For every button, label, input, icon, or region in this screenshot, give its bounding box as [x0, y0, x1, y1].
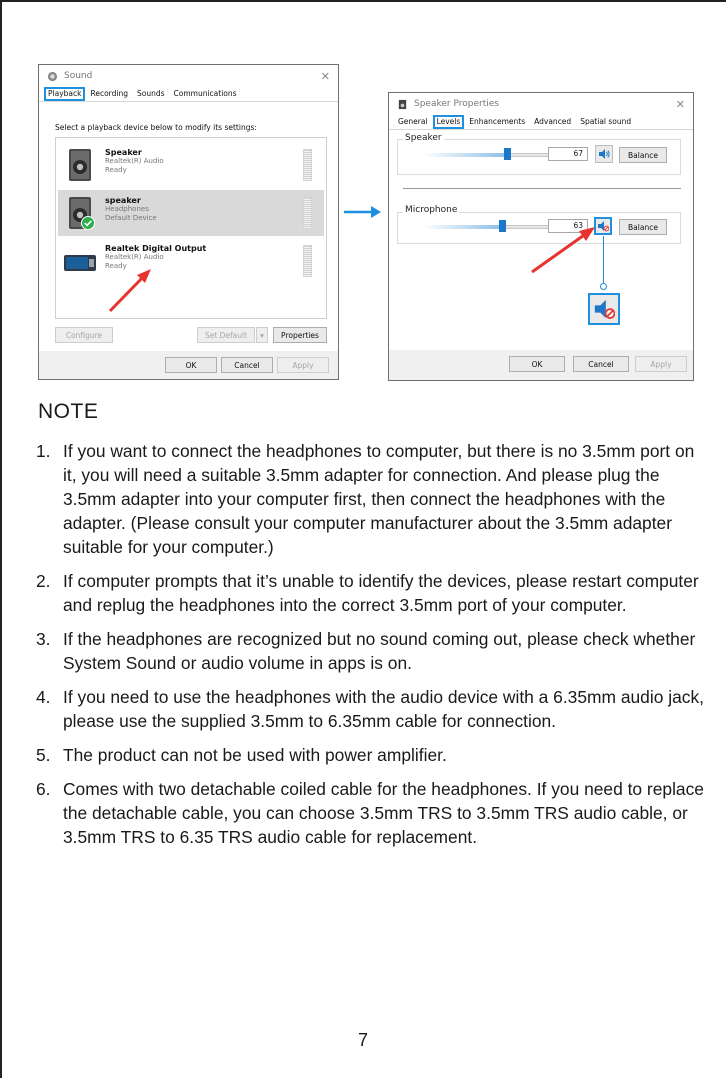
note-item: 5. The product can not be used with power… — [36, 743, 708, 767]
digital-output-device-icon — [64, 255, 96, 271]
sound-dialog-title: Sound — [64, 71, 93, 81]
note-item: 6. Comes with two detachable coiled cable… — [36, 777, 708, 849]
tab-sounds[interactable]: Sounds — [133, 87, 169, 101]
muted-speaker-icon — [594, 299, 615, 319]
zoom-connector-line — [603, 236, 604, 286]
sound-dialog-footer: OK Cancel Apply — [39, 351, 338, 379]
speaker-slider-fill — [423, 153, 508, 157]
microphone-group-label: Microphone — [403, 205, 460, 215]
tab-advanced[interactable]: Advanced — [530, 115, 575, 129]
note-item: 3. If the headphones are recognized but n… — [36, 627, 708, 675]
level-meter — [303, 197, 312, 229]
note-number: 6. — [36, 779, 51, 799]
tab-recording[interactable]: Recording — [86, 87, 132, 101]
speaker-balance-button[interactable]: Balance — [619, 147, 667, 163]
device-driver: Realtek(R) Audio — [105, 157, 164, 165]
speaker-properties-tabs: General Levels Enhancements Advanced Spa… — [389, 115, 693, 130]
note-text: Comes with two detachable coiled cable f… — [63, 779, 704, 847]
sound-dialog-tabs: Playback Recording Sounds Communications — [39, 87, 338, 102]
speaker-app-icon — [398, 99, 407, 109]
zoomed-mute-icon-box — [588, 293, 620, 325]
red-pointer-arrow — [108, 269, 151, 313]
note-number: 5. — [36, 745, 51, 765]
levels-divider — [403, 188, 681, 189]
device-name: speaker — [105, 196, 141, 205]
note-text: If computer prompts that it’s unable to … — [63, 571, 699, 615]
device-name: Realtek Digital Output — [105, 244, 207, 253]
tab-general[interactable]: General — [394, 115, 432, 129]
sound-dialog: Sound ✕ Playback Recording Sounds Commun… — [38, 64, 339, 380]
tab-playback[interactable]: Playback — [44, 87, 86, 101]
page-number: 7 — [357, 1030, 368, 1050]
device-driver: Realtek(R) Audio — [105, 253, 164, 261]
tab-communications[interactable]: Communications — [170, 87, 241, 101]
tab-levels[interactable]: Levels — [432, 115, 465, 129]
speaker-app-icon — [47, 71, 58, 81]
note-text: If the headphones are recognized but no … — [63, 629, 696, 673]
microphone-balance-button[interactable]: Balance — [619, 219, 667, 235]
device-row-speaker[interactable]: Speaker Realtek(R) Audio Ready — [58, 142, 324, 188]
chevron-down-icon: ▾ — [260, 330, 264, 340]
apply-button[interactable]: Apply — [277, 357, 329, 373]
playback-instruction: Select a playback device below to modify… — [55, 123, 257, 132]
speaker-volume-icon — [599, 149, 610, 159]
apply-button[interactable]: Apply — [635, 356, 687, 372]
device-status: Default Device — [105, 214, 157, 222]
device-row-digital-output[interactable]: Realtek Digital Output Realtek(R) Audio … — [58, 238, 324, 284]
device-driver: Headphones — [105, 205, 149, 213]
device-status: Ready — [105, 166, 127, 174]
note-number: 4. — [36, 687, 51, 707]
note-number: 2. — [36, 571, 51, 591]
cancel-button[interactable]: Cancel — [221, 357, 273, 373]
note-text: If you need to use the headphones with t… — [63, 687, 704, 731]
microphone-slider-thumb[interactable] — [499, 220, 507, 232]
speaker-level-input[interactable]: 67 — [548, 147, 588, 161]
speaker-properties-titlebar: Speaker Properties ✕ — [389, 93, 693, 115]
note-list: 1. If you want to connect the headphones … — [36, 439, 708, 859]
tab-enhancements[interactable]: Enhancements — [465, 115, 529, 129]
close-icon[interactable]: ✕ — [676, 98, 685, 111]
speaker-group-label: Speaker — [403, 133, 444, 143]
sound-dialog-titlebar: Sound ✕ — [39, 65, 338, 87]
speaker-slider-thumb[interactable] — [504, 148, 512, 160]
device-row-headphones[interactable]: speaker Headphones Default Device — [58, 190, 324, 236]
ok-button[interactable]: OK — [165, 357, 217, 373]
set-default-dropdown[interactable]: ▾ — [256, 327, 268, 343]
level-meter — [303, 245, 312, 277]
note-number: 3. — [36, 629, 51, 649]
configure-button[interactable]: Configure — [55, 327, 113, 343]
zoom-connector-dot — [600, 283, 607, 290]
speaker-properties-title: Speaker Properties — [414, 99, 499, 109]
red-pointer-arrow — [531, 227, 595, 274]
note-item: 2. If computer prompts that it’s unable t… — [36, 569, 708, 617]
microphone-slider-fill — [423, 225, 503, 229]
tab-spatial-sound[interactable]: Spatial sound — [576, 115, 635, 129]
note-item: 4. If you need to use the headphones with… — [36, 685, 708, 733]
speaker-mute-button[interactable] — [595, 145, 613, 163]
device-name: Speaker — [105, 148, 142, 157]
speaker-slider-track[interactable] — [423, 153, 549, 157]
set-default-button[interactable]: Set Default — [197, 327, 255, 343]
speaker-device-icon — [69, 149, 91, 181]
note-number: 1. — [36, 441, 51, 461]
speaker-dialog-footer: OK Cancel Apply — [389, 350, 693, 380]
note-text: The product can not be used with power a… — [63, 745, 447, 765]
note-item: 1. If you want to connect the headphones … — [36, 439, 708, 559]
note-text: If you want to connect the headphones to… — [63, 441, 695, 557]
properties-button[interactable]: Properties — [273, 327, 327, 343]
level-meter — [303, 149, 312, 181]
headphone-speaker-device-icon — [69, 197, 95, 230]
device-list: Speaker Realtek(R) Audio Ready speaker H… — [55, 137, 327, 319]
cancel-button[interactable]: Cancel — [573, 356, 629, 372]
note-heading: NOTE — [38, 400, 99, 423]
close-icon[interactable]: ✕ — [321, 70, 330, 83]
speaker-properties-dialog: Speaker Properties ✕ General Levels Enha… — [388, 92, 694, 381]
blue-transition-arrow — [344, 206, 381, 218]
ok-button[interactable]: OK — [509, 356, 565, 372]
